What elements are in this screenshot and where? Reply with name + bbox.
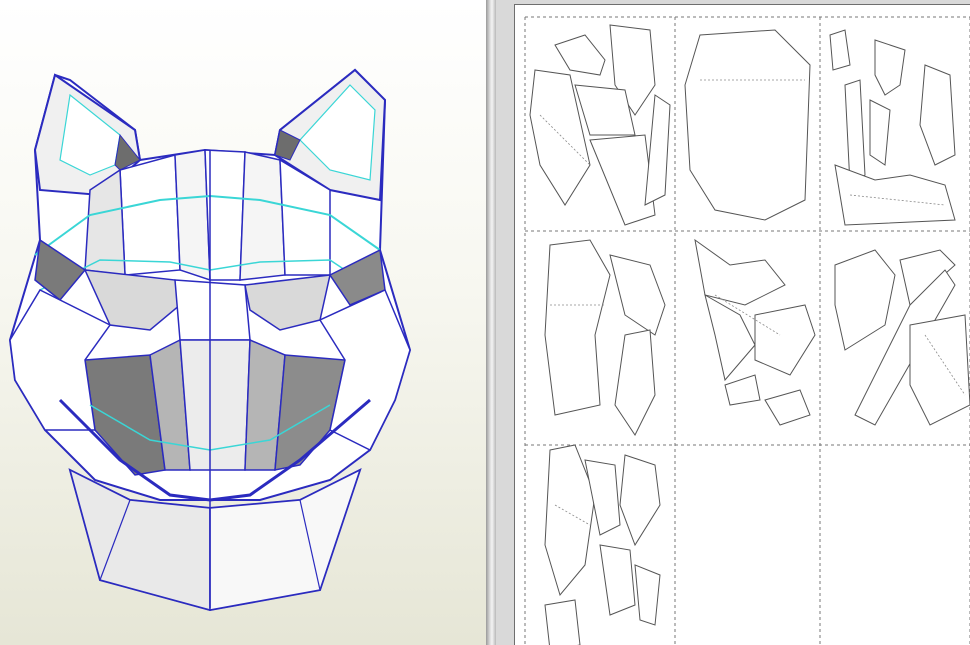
unfold-part[interactable]	[554, 34, 606, 76]
unfold-part[interactable]	[589, 134, 656, 226]
snout-center	[179, 339, 251, 471]
unfold-part[interactable]	[644, 94, 671, 206]
unfold-part[interactable]	[844, 79, 866, 186]
wolf-mask-model[interactable]	[0, 0, 486, 645]
3d-model-view[interactable]	[0, 0, 486, 645]
unfold-part[interactable]	[574, 84, 636, 136]
unfold-part[interactable]	[544, 599, 581, 645]
forehead-panel-1	[119, 154, 181, 276]
forehead-panel-2	[174, 149, 211, 282]
pane-splitter[interactable]	[486, 0, 496, 645]
unfold-part[interactable]	[919, 64, 956, 166]
unfold-part[interactable]	[874, 39, 906, 96]
unfold-layout	[524, 16, 970, 645]
unfold-part[interactable]	[724, 374, 761, 406]
unfold-part[interactable]	[694, 238, 786, 306]
unfold-part[interactable]	[684, 29, 811, 221]
forehead-panel-3	[204, 149, 246, 281]
unfold-part[interactable]	[704, 293, 756, 382]
unfold-part[interactable]	[614, 329, 656, 436]
2d-unfold-view[interactable]	[496, 0, 970, 645]
unfold-part[interactable]	[544, 239, 611, 416]
unfold-part[interactable]	[609, 254, 666, 336]
print-sheet	[514, 4, 970, 645]
unfold-part[interactable]	[829, 29, 851, 71]
unfold-part[interactable]	[869, 99, 891, 166]
unfold-part[interactable]	[754, 304, 816, 376]
unfold-part[interactable]	[909, 314, 970, 426]
unfold-part[interactable]	[599, 544, 636, 616]
unfold-part[interactable]	[619, 454, 661, 547]
unfold-part[interactable]	[834, 164, 956, 226]
unfold-part[interactable]	[834, 249, 896, 351]
snout-top	[174, 279, 251, 341]
unfold-part[interactable]	[764, 389, 811, 426]
unfold-part[interactable]	[634, 564, 661, 626]
